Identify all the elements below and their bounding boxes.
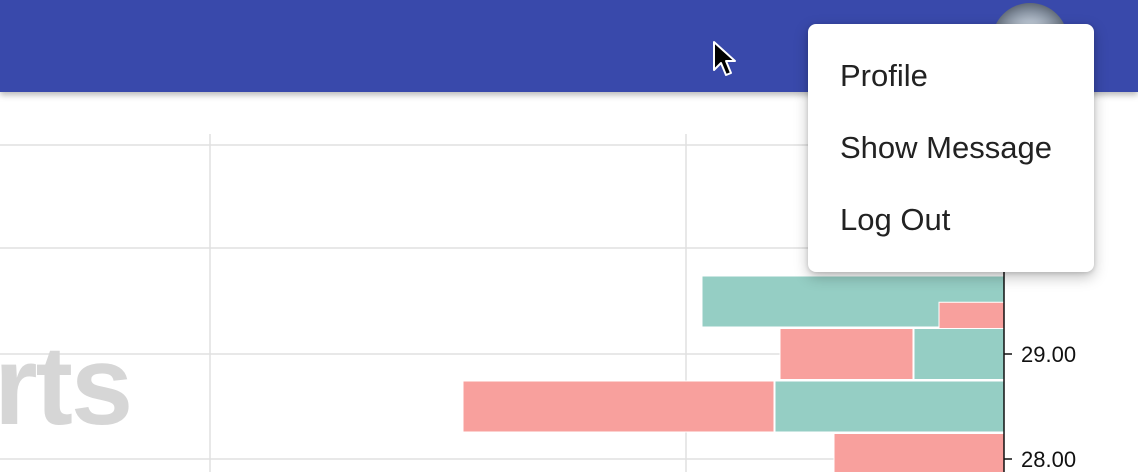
y-axis-tick-label: 29.00: [1021, 342, 1076, 367]
bar-pink: [462, 380, 775, 433]
bar-teal: [913, 328, 1005, 380]
menu-item-show-message[interactable]: Show Message: [808, 112, 1094, 184]
bar-pink: [833, 433, 1005, 472]
y-axis-tick-label: 28.00: [1021, 447, 1076, 472]
app-root: 29.00 28.00 rts Profile Show Message Log …: [0, 0, 1138, 472]
background-watermark-text: rts: [0, 323, 133, 448]
bar-pink: [779, 328, 914, 380]
account-menu: Profile Show Message Log Out: [808, 24, 1094, 272]
menu-item-profile[interactable]: Profile: [808, 40, 1094, 112]
menu-item-log-out[interactable]: Log Out: [808, 184, 1094, 256]
bar-teal: [774, 380, 1005, 433]
